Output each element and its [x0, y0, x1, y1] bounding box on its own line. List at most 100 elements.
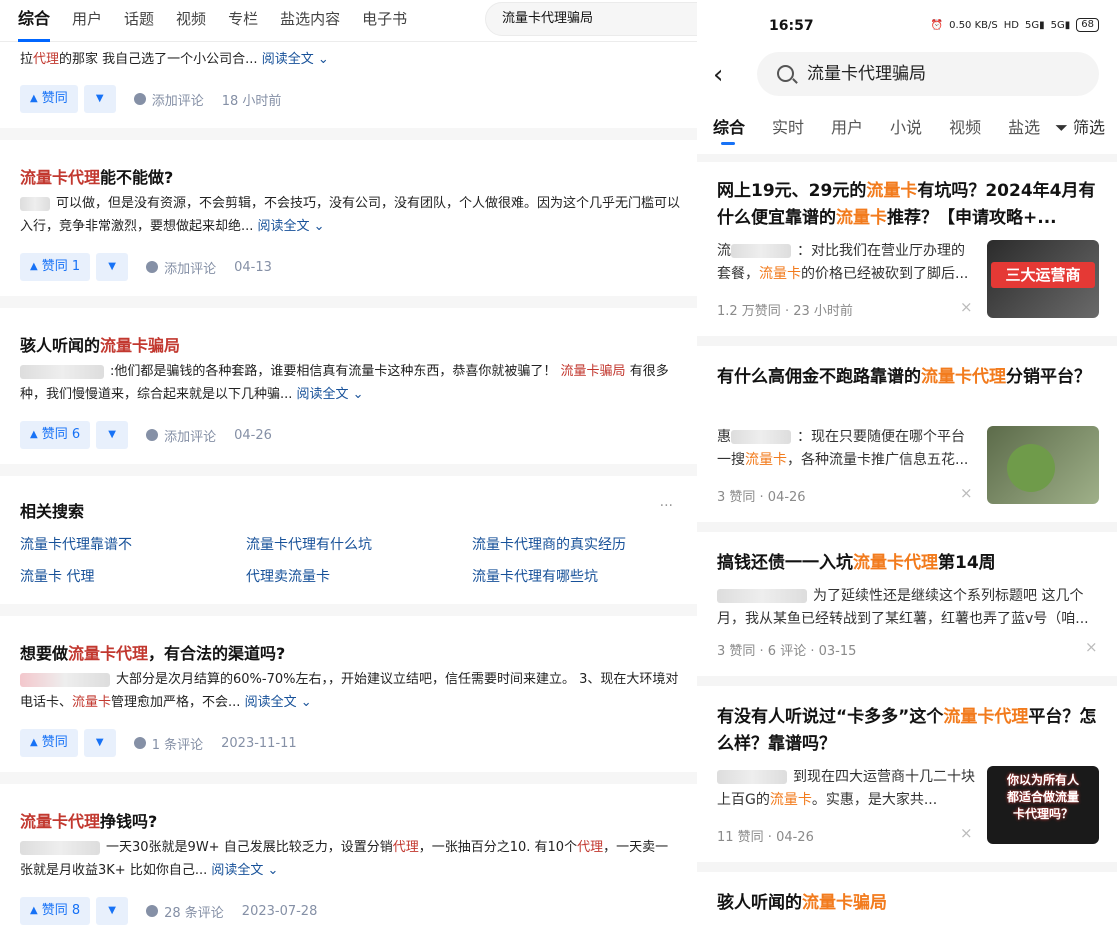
mobile-result-card[interactable]: 搞钱还债一一入坑流量卡代理第14周 为了延续性还是继续这个系列标题吧 这几个月，… [697, 532, 1117, 676]
tab-videos[interactable]: 视频 [949, 114, 981, 138]
back-arrow-icon[interactable]: ‹ [713, 60, 723, 90]
read-more-link[interactable]: 阅读全文 ⌄ [262, 52, 329, 67]
result-title[interactable]: 流量卡代理能不能做? [20, 164, 173, 188]
result-excerpt[interactable]: :他们都是骗钱的各种套路，谁要相信真有流量卡这种东西，恭喜你就被骗了！ 流量卡骗… [20, 360, 680, 406]
result-card: 流量卡代理能不能做? 可以做，但是没有资源，不会剪辑，不会技巧，没有公司，没有团… [0, 140, 697, 296]
status-bar: 16:57 ⏰ 0.50 KB/S HD 5G▮ 5G▮ 68 [697, 0, 1117, 42]
result-title[interactable]: 有什么高佣金不跑路靠谱的流量卡代理分销平台？ [717, 364, 1097, 391]
result-meta: 3 赞同 · 6 评论 · 03-15 [717, 644, 857, 659]
comment-button[interactable]: 添加评论 [146, 426, 216, 445]
more-options-icon[interactable]: ··· [660, 498, 673, 514]
triangle-up-icon: ▲ [30, 737, 38, 748]
read-more-link[interactable]: 阅读全文 ⌄ [211, 863, 278, 878]
mobile-result-card[interactable]: 网上19元、29元的流量卡有坑吗？2024年4月有什么便宜靠谱的流量卡推荐？【申… [697, 162, 1117, 336]
upvote-button[interactable]: ▲ 赞同 6 [20, 421, 91, 449]
search-input[interactable]: 流量卡代理骗局 [485, 2, 697, 36]
close-icon[interactable]: × [1085, 638, 1098, 656]
read-more-link[interactable]: 阅读全文 ⌄ [258, 219, 325, 234]
comment-button[interactable]: 28 条评论 [146, 902, 224, 921]
triangle-up-icon: ▲ [30, 93, 38, 104]
tab-salt-content[interactable]: 盐选内容 [280, 0, 340, 42]
result-actions: ▲ 赞同 8 ▼ 28 条评论 2023-07-28 [20, 897, 317, 925]
downvote-button[interactable]: ▼ [83, 85, 116, 113]
close-icon[interactable]: × [960, 484, 973, 502]
mobile-search-pane: 16:57 ⏰ 0.50 KB/S HD 5G▮ 5G▮ 68 ‹ 流量卡代理骗… [697, 0, 1117, 931]
blurred-author [731, 244, 791, 258]
result-excerpt: 惠：现在只要随便在哪个平台一搜流量卡，各种流量卡推广信息五花... [717, 429, 969, 468]
related-search-link[interactable]: 流量卡代理有什么坑 [246, 534, 372, 554]
result-title[interactable]: 有没有人听说过“卡多多”这个流量卡代理平台？怎么样？靠谱吗？ [717, 704, 1097, 758]
result-thumbnail[interactable]: 三大运营商 [987, 240, 1099, 318]
result-excerpt[interactable]: 可以做，但是没有资源，不会剪辑，不会技巧，没有公司，没有团队，个人做很难。因为这… [20, 192, 680, 238]
search-type-tabs: 综合 用户 话题 视频 专栏 盐选内容 电子书 流量卡代理骗局 [0, 0, 697, 42]
read-more-link[interactable]: 阅读全文 ⌄ [245, 695, 312, 710]
upvote-button[interactable]: ▲ 赞同 8 [20, 897, 91, 925]
tab-videos[interactable]: 视频 [176, 0, 206, 42]
tab-ebooks[interactable]: 电子书 [362, 0, 407, 42]
result-thumbnail[interactable] [987, 426, 1099, 504]
mobile-result-card[interactable]: 骇人听闻的流量卡骗局 [697, 872, 1117, 931]
result-actions: ▲ 赞同 ▼ 1 条评论 2023-11-11 [20, 729, 297, 757]
mobile-result-card[interactable]: 有什么高佣金不跑路靠谱的流量卡代理分销平台？ 惠：现在只要随便在哪个平台一搜流量… [697, 346, 1117, 522]
result-title[interactable]: 网上19元、29元的流量卡有坑吗？2024年4月有什么便宜靠谱的流量卡推荐？【申… [717, 178, 1097, 232]
result-excerpt[interactable]: 一天30张就是9W+ 自己发展比较乏力，设置分销代理，一张抽百分之10. 有10… [20, 836, 680, 882]
related-search-link[interactable]: 流量卡代理靠谱不 [20, 534, 132, 554]
post-time: 04-13 [234, 259, 272, 275]
blurred-author [20, 196, 50, 211]
tab-columns[interactable]: 专栏 [228, 0, 258, 42]
network-speed: 0.50 KB/S [949, 19, 998, 31]
result-thumbnail[interactable]: 你以为所有人都适合做流量卡代理吗？ [987, 766, 1099, 844]
mobile-result-card[interactable]: 有没有人听说过“卡多多”这个流量卡代理平台？怎么样？靠谱吗？ 到现在四大运营商十… [697, 686, 1117, 862]
comment-button[interactable]: 添加评论 [146, 258, 216, 277]
upvote-button[interactable]: ▲ 赞同 1 [20, 253, 91, 281]
comment-icon [146, 905, 159, 917]
result-actions: ▲ 赞同 ▼ 添加评论 18 小时前 [20, 85, 281, 113]
close-icon[interactable]: × [960, 824, 973, 842]
tab-all[interactable]: 综合 [713, 114, 745, 145]
related-search-link[interactable]: 代理卖流量卡 [246, 566, 330, 586]
read-more-link[interactable]: 阅读全文 ⌄ [297, 387, 364, 402]
triangle-up-icon: ▲ [30, 429, 38, 440]
related-searches: 相关搜索 ··· 流量卡代理靠谱不 流量卡代理有什么坑 流量卡代理商的真实经历 … [0, 476, 697, 604]
desktop-search-pane: 综合 用户 话题 视频 专栏 盐选内容 电子书 流量卡代理骗局 拉代理的那家 我… [0, 0, 697, 931]
tab-users[interactable]: 用户 [831, 114, 863, 138]
tab-novels[interactable]: 小说 [890, 114, 922, 138]
filter-button[interactable]: ⏷ 筛选 [1041, 114, 1105, 138]
tab-topics[interactable]: 话题 [124, 0, 154, 42]
close-icon[interactable]: × [960, 298, 973, 316]
tab-all[interactable]: 综合 [18, 0, 51, 42]
status-time: 16:57 [769, 18, 814, 34]
result-title[interactable]: 想要做流量卡代理，有合法的渠道吗? [20, 640, 285, 664]
downvote-button[interactable]: ▼ [96, 897, 129, 925]
downvote-button[interactable]: ▼ [96, 253, 129, 281]
upvote-button[interactable]: ▲ 赞同 [20, 85, 78, 113]
mobile-search-input[interactable]: 流量卡代理骗局 [757, 52, 1099, 96]
battery-icon: 68 [1076, 18, 1099, 32]
related-search-link[interactable]: 流量卡 代理 [20, 566, 94, 586]
result-title[interactable]: 骇人听闻的流量卡骗局 [20, 332, 180, 356]
post-time: 2023-11-11 [221, 735, 297, 751]
result-excerpt: 为了延续性还是继续这个系列标题吧 这几个月，我从某鱼已经转战到了某红薯，红薯也弄… [717, 588, 1089, 627]
upvote-button[interactable]: ▲ 赞同 [20, 729, 78, 757]
result-meta: 3 赞同 · 04-26 [717, 490, 806, 505]
comment-button[interactable]: 添加评论 [133, 90, 204, 109]
comment-button[interactable]: 1 条评论 [133, 734, 203, 753]
result-excerpt[interactable]: 拉代理的那家 我自己选了一个小公司合... 阅读全文 ⌄ [20, 48, 680, 71]
related-search-link[interactable]: 流量卡代理有哪些坑 [472, 566, 598, 586]
post-time: 04-26 [234, 427, 272, 443]
tab-realtime[interactable]: 实时 [772, 114, 804, 138]
tab-salt[interactable]: 盐选 [1008, 114, 1040, 138]
comment-icon [133, 737, 146, 749]
result-title[interactable]: 流量卡代理挣钱吗? [20, 808, 157, 832]
related-search-link[interactable]: 流量卡代理商的真实经历 [472, 534, 626, 554]
result-meta: 11 赞同 · 04-26 [717, 830, 814, 845]
result-title[interactable]: 搞钱还债一一入坑流量卡代理第14周 [717, 550, 1097, 577]
tab-users[interactable]: 用户 [72, 0, 102, 42]
result-title[interactable]: 骇人听闻的流量卡骗局 [717, 890, 1097, 917]
comment-icon [133, 93, 146, 105]
downvote-button[interactable]: ▼ [83, 729, 116, 757]
downvote-button[interactable]: ▼ [96, 421, 129, 449]
result-excerpt[interactable]: 大部分是次月结算的60%-70%左右，，开始建议立结吧，信任需要时间来建立。 3… [20, 668, 680, 714]
result-card: 想要做流量卡代理，有合法的渠道吗? 大部分是次月结算的60%-70%左右，，开始… [0, 616, 697, 772]
result-excerpt: 到现在四大运营商十几二十块上百G的流量卡。实惠，是大家共... [717, 769, 975, 808]
